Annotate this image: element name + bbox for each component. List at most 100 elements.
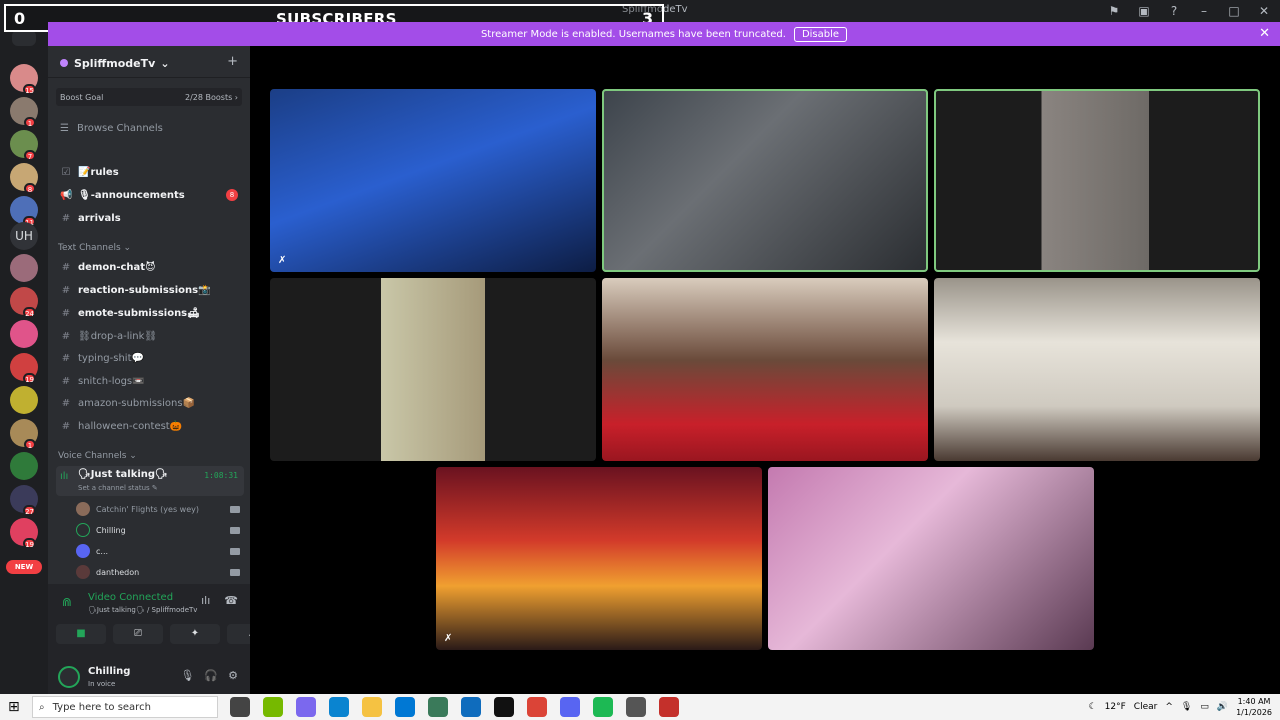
copilot-icon[interactable] — [296, 697, 316, 717]
connection-signal-icon[interactable]: ⋒ — [62, 595, 72, 609]
server-icon[interactable]: 15 — [10, 64, 38, 95]
server-header[interactable]: SpliffmodeTv ⌄ + — [48, 46, 250, 78]
weather-icon[interactable]: ☾ — [1089, 702, 1097, 712]
announcement-channel-icon: 📢 — [60, 189, 73, 201]
nvidia-icon[interactable] — [263, 697, 283, 717]
channel-rules[interactable]: ☑ 📝rules — [56, 162, 244, 182]
channel-arrivals[interactable]: # arrivals — [56, 208, 244, 228]
channel-item[interactable]: # demon-chat😈 — [56, 257, 244, 277]
headphones-icon[interactable]: 🎧 — [204, 669, 218, 682]
network-icon[interactable]: ▭ — [1200, 702, 1209, 712]
tiktok-icon[interactable] — [494, 697, 514, 717]
activities-icon[interactable]: ✦ — [170, 624, 220, 644]
clock[interactable]: 1:40 AM 1/1/2026 — [1236, 696, 1272, 718]
video-tile-speaking[interactable] — [602, 89, 928, 272]
microphone-icon[interactable]: 🎙 — [180, 669, 194, 682]
outlook-icon[interactable] — [461, 697, 481, 717]
boost-goal[interactable]: Boost Goal 2/28 Boosts › — [56, 88, 242, 106]
server-icon[interactable]: 19 — [10, 353, 38, 384]
task-view-icon[interactable] — [230, 697, 250, 717]
server-icon[interactable]: 8 — [10, 163, 38, 194]
server-icon[interactable]: 7 — [10, 130, 38, 161]
noise-suppression-icon[interactable]: ılı — [201, 594, 210, 607]
server-icon[interactable] — [10, 254, 38, 282]
camera-icon — [230, 568, 240, 576]
channel-item[interactable]: # halloween-contest🎃 — [56, 416, 244, 436]
disable-button[interactable]: Disable — [793, 26, 848, 42]
server-icon[interactable] — [10, 452, 38, 480]
windows-start-icon[interactable]: ⊞ — [8, 699, 20, 715]
disconnect-icon[interactable]: ☎ — [224, 594, 238, 607]
user-area[interactable]: Chilling In voice 🎙 🎧 ⚙ — [48, 660, 250, 694]
spotify-icon[interactable] — [593, 697, 613, 717]
screen-share-icon[interactable]: ⎚ — [113, 624, 163, 644]
invite-member-icon[interactable]: + — [227, 54, 238, 69]
video-tile[interactable] — [768, 467, 1094, 650]
category-text-channels[interactable]: Text Channels ⌄ — [58, 243, 131, 253]
inbox-icon[interactable]: ▣ — [1136, 3, 1152, 19]
weather-temp[interactable]: 12°F — [1105, 702, 1126, 712]
volume-icon[interactable]: 🔊 — [1217, 702, 1228, 712]
discord-home-icon[interactable] — [12, 30, 36, 46]
help-icon[interactable]: ? — [1166, 3, 1182, 19]
new-servers-pill[interactable]: NEW — [6, 560, 42, 574]
boost-progress: 2/28 Boosts — [184, 92, 233, 102]
banner-close-icon[interactable]: ✕ — [1259, 26, 1270, 41]
voice-user[interactable]: danthedon — [76, 563, 246, 581]
weather-desc[interactable]: Clear — [1134, 702, 1158, 712]
app-icon[interactable] — [659, 697, 679, 717]
chevron-down-icon: ⌄ — [160, 57, 170, 70]
server-icon[interactable]: 1 — [10, 97, 38, 128]
settings-gear-icon[interactable]: ⚙ — [228, 669, 238, 682]
video-tile[interactable]: ✗ — [270, 89, 596, 272]
channel-announcements[interactable]: 📢 🎙-announcements 8 — [56, 185, 244, 205]
server-icon[interactable]: 11 — [10, 196, 38, 227]
minimize-icon[interactable]: – — [1196, 3, 1212, 19]
chrome-icon[interactable] — [527, 697, 547, 717]
voice-location[interactable]: 🗣Just talking🗣 / SpliffmodeTv — [88, 606, 197, 614]
store-icon[interactable] — [395, 697, 415, 717]
avatar[interactable] — [58, 666, 80, 688]
video-tile[interactable] — [270, 278, 596, 461]
channel-label: 🎙-announcements — [78, 189, 185, 201]
voice-user[interactable]: Chilling — [76, 521, 246, 539]
video-tile[interactable] — [602, 278, 928, 461]
chevron-up-icon[interactable]: ^ — [1165, 702, 1173, 712]
category-voice-channels[interactable]: Voice Channels ⌄ — [58, 451, 137, 461]
channel-item[interactable]: # snitch-logs📼 — [56, 371, 244, 391]
camera-icon[interactable]: ■ — [56, 624, 106, 644]
app-icon[interactable] — [428, 697, 448, 717]
server-icon[interactable]: 19 — [10, 518, 38, 549]
flag-icon[interactable]: ⚑ — [1106, 3, 1122, 19]
voice-channel-just-talking[interactable]: ılı 🗣Just talking🗣 1:08:31 Set a channel… — [56, 466, 244, 496]
channel-item[interactable]: # typing-shit💬 — [56, 348, 244, 368]
server-icon[interactable] — [10, 386, 38, 414]
edge-icon[interactable] — [329, 697, 349, 717]
voice-user[interactable]: c... — [76, 542, 246, 560]
voice-user[interactable]: Catchin' Flights (yes wey) — [76, 500, 246, 518]
video-tile-speaking[interactable] — [934, 89, 1260, 272]
file-explorer-icon[interactable] — [362, 697, 382, 717]
search-icon: ⌕ — [39, 701, 45, 713]
settings-icon[interactable] — [626, 697, 646, 717]
taskbar-search[interactable]: ⌕ Type here to search — [32, 696, 218, 718]
channel-item[interactable]: # reaction-submissions📸 — [56, 280, 244, 300]
channel-item[interactable]: # ⛓drop-a-link⛓ — [56, 326, 244, 346]
close-icon[interactable]: ✕ — [1256, 3, 1272, 19]
server-icon-text[interactable]: UH — [10, 222, 38, 250]
channel-item[interactable]: # emote-submissions🛋 — [56, 303, 244, 323]
video-tile[interactable]: ✗ — [436, 467, 762, 650]
hash-icon: # — [61, 420, 71, 432]
maximize-icon[interactable]: □ — [1226, 3, 1242, 19]
set-channel-status[interactable]: Set a channel status ✎ — [78, 484, 158, 492]
microphone-icon[interactable]: 🎙 — [1181, 702, 1192, 712]
browse-channels[interactable]: ☰ Browse Channels — [56, 118, 242, 138]
channel-item[interactable]: # amazon-submissions📦 — [56, 393, 244, 413]
server-icon[interactable]: 24 — [10, 287, 38, 318]
video-tile[interactable] — [934, 278, 1260, 461]
unread-badge: 15 — [23, 84, 36, 95]
server-icon[interactable]: 1 — [10, 419, 38, 450]
server-icon[interactable]: 27 — [10, 485, 38, 516]
server-icon[interactable] — [10, 320, 38, 348]
discord-icon[interactable] — [560, 697, 580, 717]
